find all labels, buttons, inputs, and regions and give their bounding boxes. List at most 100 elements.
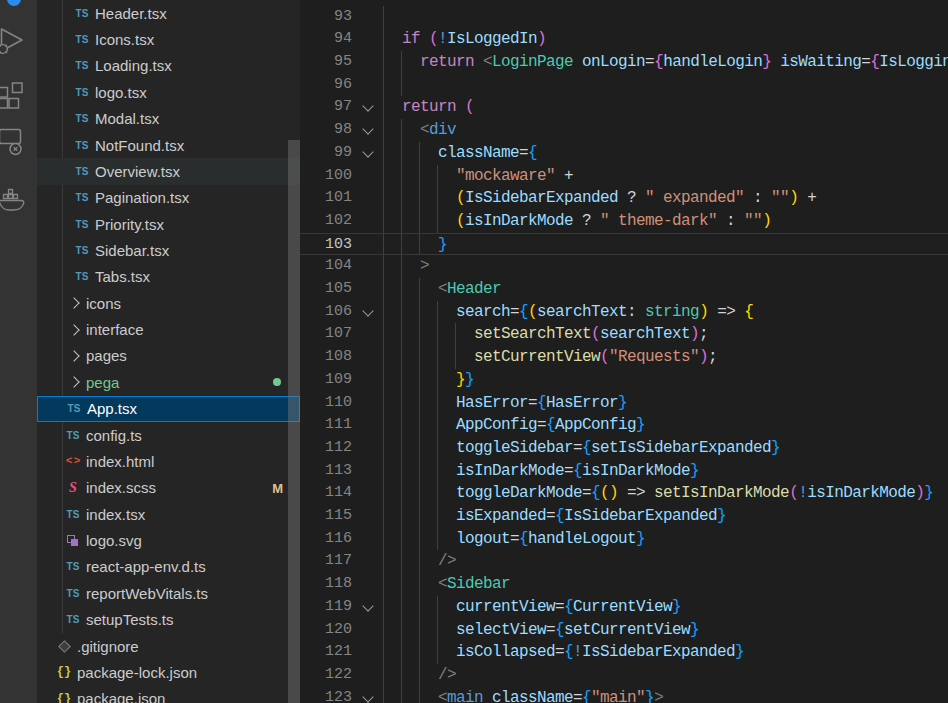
indent-guide	[455, 323, 456, 346]
explorer-file-setupTests.ts[interactable]: TSsetupTests.ts	[37, 607, 300, 633]
line-number: 102	[300, 210, 352, 233]
docker-icon[interactable]	[0, 188, 37, 218]
explorer-sidebar: TSHeader.tsxTSIcons.tsxTSLoading.tsxTSlo…	[37, 0, 300, 703]
explorer-folder-pages[interactable]: pages	[37, 343, 300, 369]
explorer-file-.gitignore[interactable]: .gitignore	[37, 633, 300, 659]
explorer-file-Icons.tsx[interactable]: TSIcons.tsx	[37, 26, 300, 52]
code-text: AppConfig={AppConfig}	[456, 414, 645, 437]
code-line-100[interactable]: 100"mockaware" +	[300, 165, 948, 188]
explorer-file-react-app-env.d.ts[interactable]: TSreact-app-env.d.ts	[37, 554, 300, 580]
explorer-file-Tabs.tsx[interactable]: TSTabs.tsx	[37, 264, 300, 290]
explorer-file-index.html[interactable]: <>index.html	[37, 448, 300, 474]
explorer-folder-interface[interactable]: interface	[37, 316, 300, 342]
explorer-folder-icons[interactable]: icons	[37, 290, 300, 316]
code-line-123[interactable]: 123<main className={"main"}>	[300, 687, 948, 703]
explorer-file-index.scss[interactable]: Sindex.scssM	[37, 475, 300, 501]
explorer-file-logo.tsx[interactable]: TSlogo.tsx	[37, 79, 300, 105]
explorer-file-App.tsx[interactable]: TSApp.tsx	[37, 396, 300, 422]
explorer-file-Modal.tsx[interactable]: TSModal.tsx	[37, 105, 300, 131]
code-line-120[interactable]: 120selectView={setCurrentView}	[300, 619, 948, 642]
code-line-97[interactable]: 97return (	[300, 96, 948, 119]
indent-guide	[383, 550, 384, 573]
file-label: Pagination.tsx	[95, 189, 189, 206]
explorer-file-config.ts[interactable]: TSconfig.ts	[37, 422, 300, 448]
line-number: 104	[300, 255, 352, 278]
code-line-93[interactable]: 93	[300, 6, 948, 29]
code-line-121[interactable]: 121isCollapsed={!IsSidebarExpanded}	[300, 641, 948, 664]
remote-explorer-icon[interactable]	[0, 128, 37, 162]
explorer-file-Header.tsx[interactable]: TSHeader.tsx	[37, 0, 300, 26]
explorer-file-package-lock.json[interactable]: {}package-lock.json	[37, 659, 300, 685]
indent-guide	[401, 437, 402, 460]
code-text: setSearchText(searchText);	[474, 323, 708, 346]
ts-file-icon: TS	[74, 245, 90, 256]
indent-guide	[437, 165, 438, 188]
code-line-109[interactable]: 109}}	[300, 369, 948, 392]
code-line-108[interactable]: 108setCurrentView("Requests");	[300, 346, 948, 369]
fold-chevron-down-icon[interactable]	[362, 123, 373, 134]
code-line-116[interactable]: 116logout={handleLogout}	[300, 528, 948, 551]
indent-guide	[419, 369, 420, 392]
indent-guide	[419, 414, 420, 437]
run-and-debug-icon[interactable]	[0, 25, 37, 59]
explorer-file-index.tsx[interactable]: TSindex.tsx	[37, 501, 300, 527]
indent-guide	[419, 392, 420, 415]
fold-chevron-down-icon[interactable]	[362, 305, 373, 316]
code-line-114[interactable]: 114toggleDarkMode={() => setIsInDarkMode…	[300, 482, 948, 505]
explorer-file-NotFound.tsx[interactable]: TSNotFound.tsx	[37, 132, 300, 158]
code-line-117[interactable]: 117/>	[300, 550, 948, 573]
code-text: }, []);	[402, 0, 465, 4]
fold-chevron-down-icon[interactable]	[362, 691, 373, 702]
fold-chevron-down-icon[interactable]	[362, 600, 373, 611]
indent-guide	[419, 460, 420, 483]
indent-guide	[437, 528, 438, 551]
code-line-98[interactable]: 98<div	[300, 119, 948, 142]
ts-file-icon: TS	[74, 192, 90, 203]
file-label: package-lock.json	[77, 664, 197, 681]
indent-guide	[437, 619, 438, 642]
fold-chevron-down-icon[interactable]	[362, 101, 373, 112]
code-line-118[interactable]: 118<Sidebar	[300, 573, 948, 596]
indent-guide	[401, 596, 402, 619]
explorer-file-logo.svg[interactable]: logo.svg	[37, 527, 300, 553]
code-line-99[interactable]: 99className={	[300, 142, 948, 165]
code-line-119[interactable]: 119currentView={CurrentView}	[300, 596, 948, 619]
code-line-102[interactable]: 102(isInDarkMode ? " theme-dark" : "")	[300, 210, 948, 233]
explorer-file-Overview.tsx[interactable]: TSOverview.tsx	[37, 158, 300, 184]
code-line-110[interactable]: 110HasError={HasError}	[300, 392, 948, 415]
explorer-folder-pega[interactable]: pega	[37, 369, 300, 395]
code-line-107[interactable]: 107setSearchText(searchText);	[300, 323, 948, 346]
code-line-104[interactable]: 104>	[300, 255, 948, 278]
indent-guide	[383, 664, 384, 687]
code-line-103[interactable]: 103}	[300, 233, 948, 256]
sidebar-scrollbar[interactable]	[288, 140, 300, 703]
explorer-file-Sidebar.tsx[interactable]: TSSidebar.tsx	[37, 237, 300, 263]
code-line-96[interactable]: 96	[300, 74, 948, 97]
fold-chevron-down-icon[interactable]	[362, 146, 373, 157]
indent-guide	[383, 460, 384, 483]
code-line-105[interactable]: 105<Header	[300, 278, 948, 301]
indent-guide	[401, 234, 402, 255]
code-line-95[interactable]: 95return <LoginPage onLogin={handleLogin…	[300, 51, 948, 74]
code-line-115[interactable]: 115isExpanded={IsSidebarExpanded}	[300, 505, 948, 528]
code-line-113[interactable]: 113isInDarkMode={isInDarkMode}	[300, 460, 948, 483]
explorer-file-Priority.tsx[interactable]: TSPriority.tsx	[37, 211, 300, 237]
ts-file-icon: TS	[74, 60, 90, 71]
ts-file-icon: TS	[74, 34, 90, 45]
git-modified-badge: M	[272, 480, 283, 495]
indent-guide	[401, 142, 402, 165]
indent-guide	[383, 301, 384, 324]
code-line-94[interactable]: 94if (!IsLoggedIn)	[300, 28, 948, 51]
code-line-92[interactable]: 92}, []);	[300, 0, 948, 4]
explorer-file-package.json[interactable]: {}package.json	[37, 686, 300, 703]
extensions-icon[interactable]	[0, 82, 37, 114]
explorer-file-Loading.tsx[interactable]: TSLoading.tsx	[37, 53, 300, 79]
code-line-106[interactable]: 106search={(searchText: string) => {	[300, 301, 948, 324]
explorer-file-Pagination.tsx[interactable]: TS Pagination.tsx	[37, 185, 300, 211]
explorer-file-reportWebVitals.ts[interactable]: TSreportWebVitals.ts	[37, 580, 300, 606]
code-line-112[interactable]: 112toggleSidebar={setIsSidebarExpanded}	[300, 437, 948, 460]
code-editor[interactable]: 92}, []); 9394if (!IsLoggedIn)95return <L…	[300, 0, 948, 703]
code-line-101[interactable]: 101(IsSidebarExpanded ? " expanded" : ""…	[300, 187, 948, 210]
code-line-111[interactable]: 111AppConfig={AppConfig}	[300, 414, 948, 437]
code-line-122[interactable]: 122/>	[300, 664, 948, 687]
